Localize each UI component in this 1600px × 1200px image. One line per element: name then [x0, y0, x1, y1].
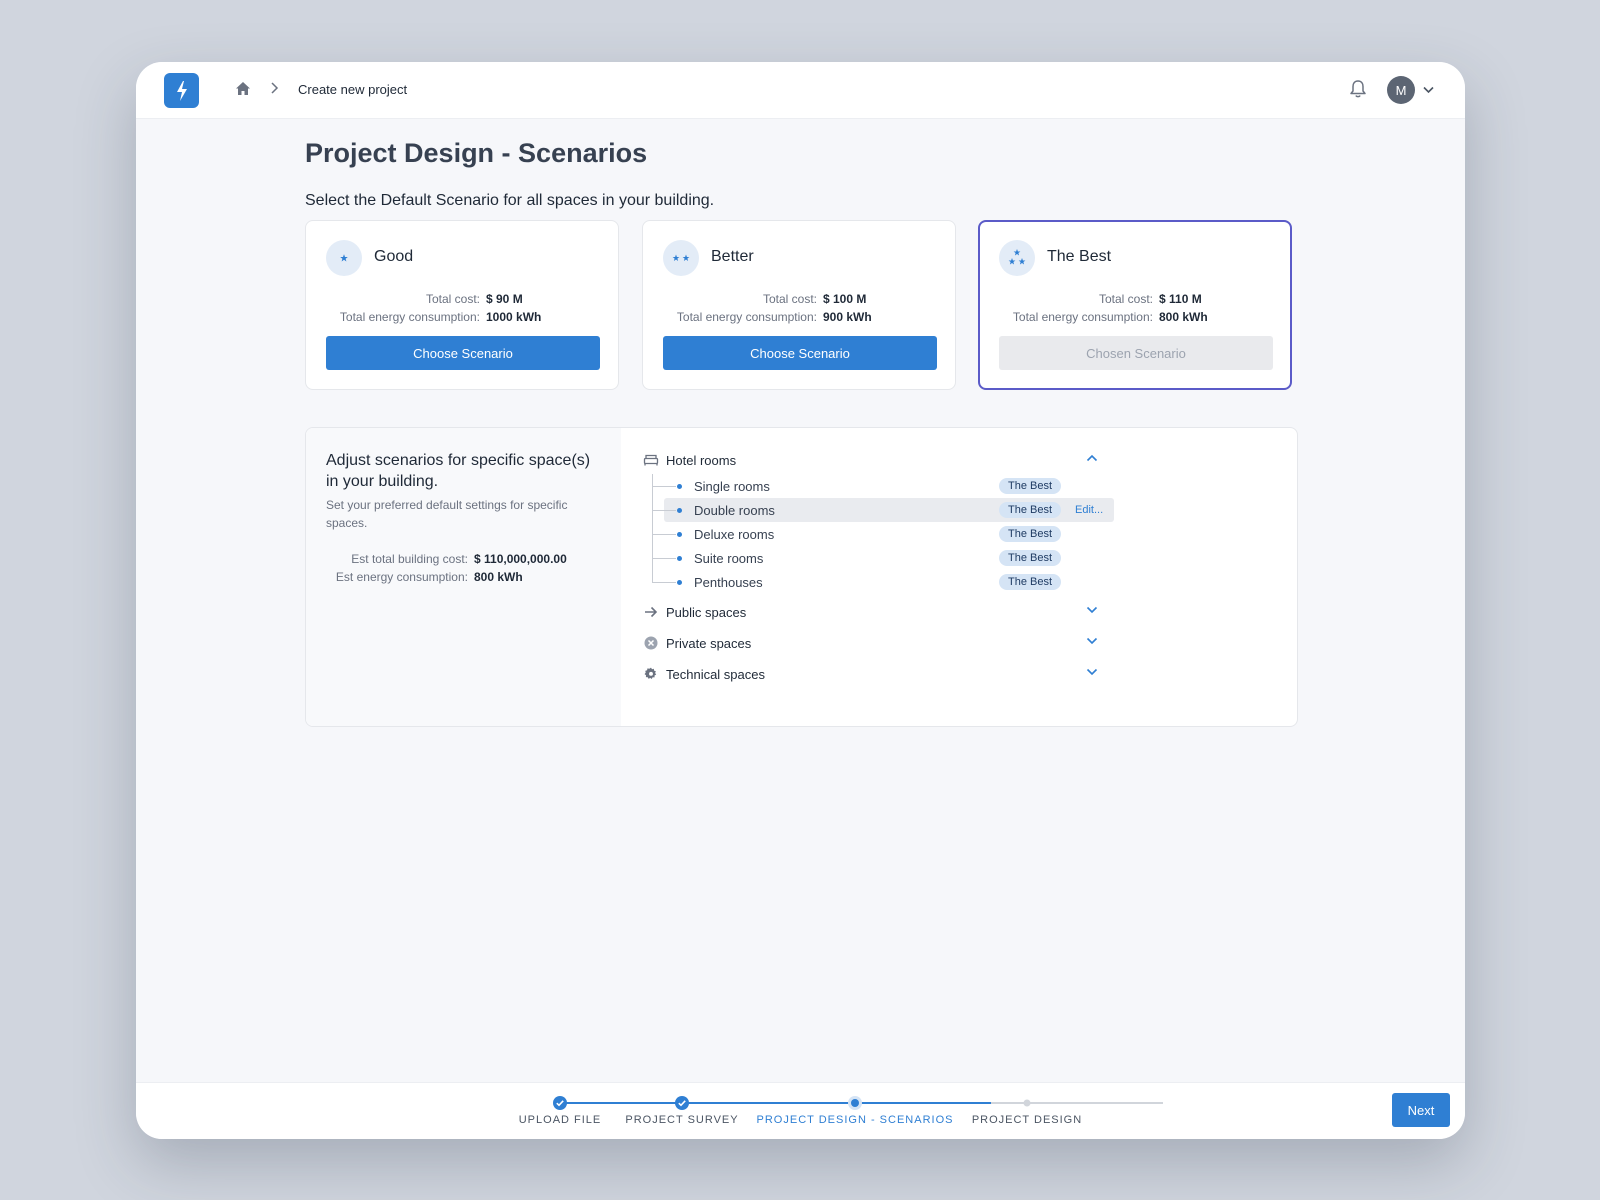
- space-item-double-rooms[interactable]: Double rooms The Best Edit...: [652, 498, 1114, 522]
- step-project-design[interactable]: PROJECT DESIGN: [927, 1095, 1127, 1126]
- step-project-survey[interactable]: PROJECT SURVEY: [582, 1095, 782, 1126]
- scenario-badge: The Best: [999, 526, 1061, 542]
- adjust-title: Adjust scenarios for specific space(s) i…: [326, 452, 591, 490]
- total-energy-label: Total energy consumption:: [1012, 310, 1153, 324]
- app-logo[interactable]: [164, 73, 199, 108]
- total-energy-label: Total energy consumption:: [339, 310, 480, 324]
- total-cost-value: $ 90 M: [486, 292, 523, 306]
- space-label: Double rooms: [694, 503, 775, 518]
- step-project-design-scenarios[interactable]: PROJECT DESIGN - SCENARIOS: [755, 1095, 955, 1126]
- avatar[interactable]: M: [1387, 76, 1415, 104]
- check-circle-icon: [553, 1096, 567, 1110]
- group-label: Public spaces: [666, 605, 747, 620]
- two-stars-icon: [663, 240, 699, 276]
- home-icon[interactable]: [235, 81, 251, 96]
- bed-icon: [643, 454, 659, 466]
- chevron-down-icon[interactable]: [1086, 637, 1098, 645]
- group-label: Private spaces: [666, 636, 752, 651]
- scenario-card-better[interactable]: Better Total cost: $ 100 M Total energy …: [642, 220, 956, 390]
- step-label: PROJECT DESIGN: [971, 1114, 1083, 1126]
- scenario-badge: The Best: [999, 478, 1061, 494]
- step-label: PROJECT DESIGN - SCENARIOS: [756, 1114, 954, 1126]
- chevron-down-icon[interactable]: [1086, 668, 1098, 676]
- total-energy-value: 800 kWh: [1159, 310, 1208, 324]
- scenario-badge: The Best: [999, 574, 1061, 590]
- space-label: Single rooms: [694, 479, 770, 494]
- edit-link[interactable]: Edit...: [1075, 504, 1103, 516]
- choose-scenario-button[interactable]: Choose Scenario: [663, 336, 937, 370]
- scenario-badge: The Best: [999, 502, 1061, 518]
- chevron-up-icon[interactable]: [1086, 454, 1098, 462]
- group-label: Hotel rooms: [666, 453, 737, 468]
- building-estimates: Est total building cost: $ 110,000,000.0…: [326, 550, 567, 586]
- total-cost-value: $ 100 M: [823, 292, 867, 306]
- est-cost-label: Est total building cost:: [351, 552, 468, 566]
- total-cost-value: $ 110 M: [1159, 292, 1202, 306]
- three-stars-icon: [999, 240, 1035, 276]
- total-energy-value: 900 kWh: [823, 310, 872, 324]
- space-group-private-spaces[interactable]: Private spaces: [643, 633, 1113, 655]
- scenario-stats: Total cost: $ 90 M Total energy consumpt…: [326, 290, 541, 326]
- step-label: PROJECT SURVEY: [625, 1114, 739, 1126]
- one-star-icon: [326, 240, 362, 276]
- check-circle-icon: [675, 1096, 689, 1110]
- adjust-scenarios-panel: Adjust scenarios for specific space(s) i…: [305, 427, 1298, 727]
- breadcrumb-current: Create new project: [298, 82, 408, 97]
- space-item-suite-rooms[interactable]: Suite rooms The Best: [652, 546, 1114, 570]
- chosen-scenario-button: Chosen Scenario: [999, 336, 1273, 370]
- scenario-card-the-best[interactable]: The Best Total cost: $ 110 M Total energ…: [978, 220, 1292, 390]
- group-label: Technical spaces: [666, 667, 765, 682]
- bell-icon[interactable]: [1349, 79, 1367, 99]
- chevron-down-icon[interactable]: [1423, 86, 1434, 94]
- total-cost-label: Total cost:: [425, 292, 480, 306]
- scenario-badge: The Best: [999, 550, 1061, 566]
- footer-bar: UPLOAD FILE PROJECT SURVEY PROJECT DESIG…: [136, 1082, 1465, 1139]
- next-button[interactable]: Next: [1392, 1093, 1450, 1127]
- arrow-right-icon: [645, 606, 658, 618]
- space-group-hotel-rooms[interactable]: Hotel rooms: [643, 450, 1113, 472]
- top-bar: Create new project M: [136, 62, 1465, 119]
- chevron-right-icon: [271, 82, 279, 94]
- scenario-name: The Best: [1047, 248, 1112, 265]
- est-energy-label: Est energy consumption:: [335, 570, 468, 584]
- app-window: Create new project M Project Design - Sc…: [136, 62, 1465, 1139]
- scenario-stats: Total cost: $ 100 M Total energy consump…: [663, 290, 872, 326]
- space-item-penthouses[interactable]: Penthouses The Best: [652, 570, 1114, 594]
- page-title: Project Design - Scenarios: [305, 138, 648, 168]
- chevron-down-icon[interactable]: [1086, 606, 1098, 614]
- scenario-name: Good: [374, 248, 414, 265]
- scenario-card-good[interactable]: Good Total cost: $ 90 M Total energy con…: [305, 220, 619, 390]
- space-group-technical-spaces[interactable]: Technical spaces: [643, 664, 1113, 686]
- lightning-bolt-icon: [176, 80, 187, 101]
- space-label: Suite rooms: [694, 551, 764, 566]
- scenario-name: Better: [711, 248, 754, 265]
- est-cost-value: $ 110,000,000.00: [474, 552, 567, 566]
- x-circle-icon: [644, 636, 658, 650]
- adjust-description: Set your preferred default settings for …: [326, 498, 568, 530]
- total-cost-label: Total cost:: [1098, 292, 1153, 306]
- space-label: Deluxe rooms: [694, 527, 775, 542]
- space-item-deluxe-rooms[interactable]: Deluxe rooms The Best: [652, 522, 1114, 546]
- est-energy-value: 800 kWh: [474, 570, 523, 584]
- total-cost-label: Total cost:: [762, 292, 817, 306]
- scenario-stats: Total cost: $ 110 M Total energy consump…: [999, 290, 1208, 326]
- current-step-dot-icon: [848, 1096, 862, 1110]
- space-group-public-spaces[interactable]: Public spaces: [643, 602, 1113, 624]
- total-energy-label: Total energy consumption:: [676, 310, 817, 324]
- total-energy-value: 1000 kWh: [486, 310, 542, 324]
- choose-scenario-button[interactable]: Choose Scenario: [326, 336, 600, 370]
- gear-icon: [644, 667, 657, 679]
- page-subtitle: Select the Default Scenario for all spac…: [305, 192, 715, 209]
- space-item-single-rooms[interactable]: Single rooms The Best: [652, 474, 1114, 498]
- adjust-summary: Adjust scenarios for specific space(s) i…: [306, 428, 621, 726]
- pending-step-dot-icon: [1023, 1099, 1031, 1107]
- space-label: Penthouses: [694, 575, 763, 590]
